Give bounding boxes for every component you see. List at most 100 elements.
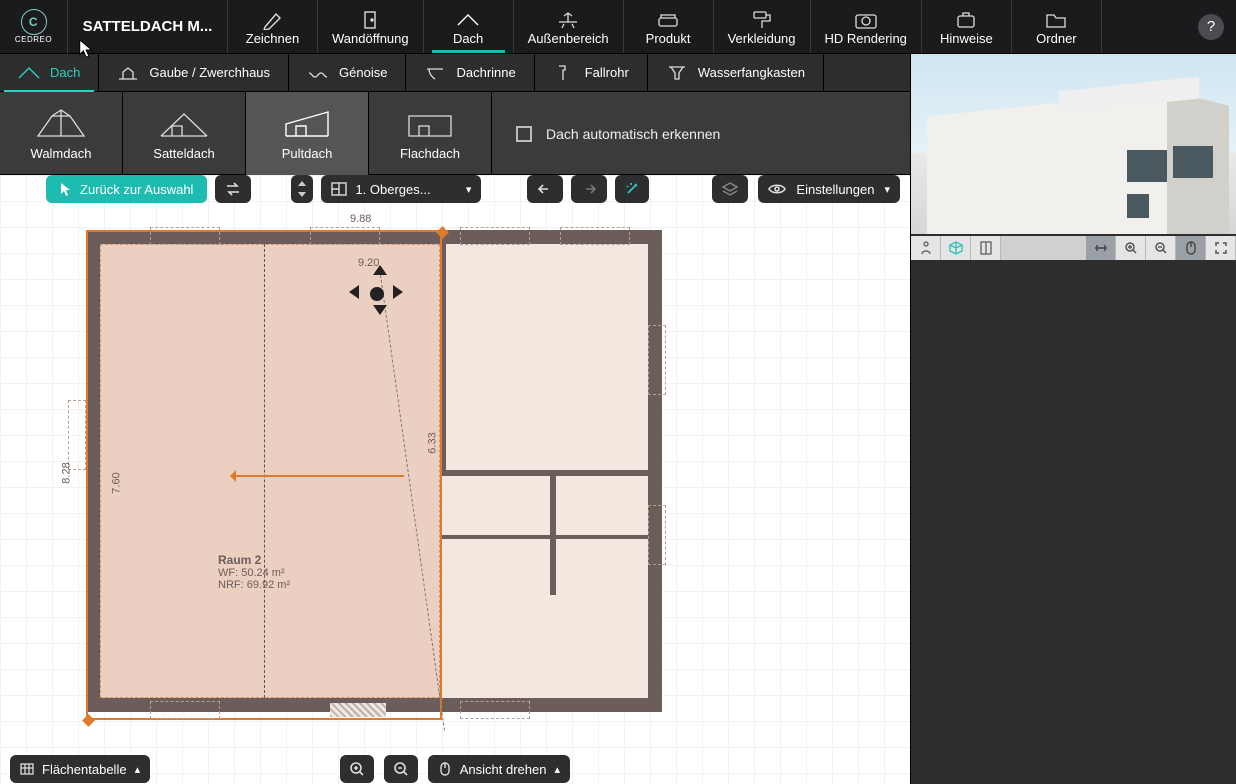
satteldach-icon — [157, 106, 211, 140]
dim-label: 9.88 — [350, 213, 371, 225]
cube-icon — [949, 241, 963, 255]
swap-icon — [225, 182, 241, 196]
subtab-fallrohr[interactable]: Fallrohr — [535, 54, 648, 91]
redo-icon — [581, 183, 597, 195]
roof-type-pultdach[interactable]: Pultdach — [246, 92, 369, 175]
mouse-icon — [1186, 241, 1196, 255]
checkbox-icon[interactable] — [516, 126, 532, 142]
pultdach-icon — [280, 106, 334, 140]
zoom-out-icon — [394, 762, 408, 776]
person-icon — [920, 241, 932, 255]
dormer-icon — [117, 65, 139, 81]
view-zoom-in-button[interactable] — [1116, 236, 1146, 260]
tab-dach[interactable]: Dach — [424, 0, 514, 53]
tab-hd-rendering[interactable]: HD Rendering — [811, 0, 922, 53]
subtab-genoise[interactable]: Génoise — [289, 54, 406, 91]
view-mouse-button[interactable] — [1176, 236, 1206, 260]
window-3d — [1173, 146, 1213, 178]
roof-type-flachdach[interactable]: Flachdach — [369, 92, 492, 175]
view-cube-button[interactable] — [941, 236, 971, 260]
zoom-in-icon — [350, 762, 364, 776]
tab-wandoeffnung[interactable]: Wandöffnung — [318, 0, 424, 53]
ridge-line — [264, 244, 265, 698]
furniture-icon — [656, 9, 680, 31]
wall-opening — [648, 325, 666, 395]
mouse-icon — [438, 762, 452, 776]
eye-icon — [768, 183, 786, 195]
tab-produkt[interactable]: Produkt — [624, 0, 714, 53]
room-info: Raum 2 WF: 50.24 m² NRF: 69.92 m² — [218, 553, 290, 591]
preview-3d-panel — [910, 54, 1236, 784]
floor-selector[interactable]: 1. Oberges... ▾ — [321, 175, 481, 203]
zoom-in-button[interactable] — [340, 755, 374, 783]
subtab-gaube[interactable]: Gaube / Zwerchhaus — [99, 54, 289, 91]
floorplan-icon — [331, 182, 347, 196]
brand-logo[interactable]: C CEDREO — [0, 0, 68, 54]
toolstrip-right: Einstellungen ▾ — [712, 175, 900, 203]
layers-button[interactable] — [712, 175, 748, 203]
brand-text: CEDREO — [15, 35, 52, 44]
floorplan-canvas[interactable]: 9.88 9.20 8.28 7.60 6.33 Raum 2 WF: 50.2… — [0, 175, 910, 784]
swap-button[interactable] — [215, 175, 251, 203]
roof-type-satteldach[interactable]: Satteldach — [123, 92, 246, 175]
roof-small-icon — [18, 66, 40, 80]
tab-verkleidung[interactable]: Verkleidung — [714, 0, 811, 53]
wall-opening — [150, 227, 220, 245]
wall-opening — [648, 505, 666, 565]
view-plan-button[interactable] — [971, 236, 1001, 260]
walmdach-icon — [34, 106, 88, 140]
subtab-dachrinne[interactable]: Dachrinne — [406, 54, 534, 91]
wizard-button[interactable] — [615, 175, 649, 203]
roof-type-walmdach[interactable]: Walmdach — [0, 92, 123, 175]
tab-ordner[interactable]: Ordner — [1012, 0, 1102, 53]
redo-button[interactable] — [571, 175, 607, 203]
help-button[interactable]: ? — [1198, 14, 1224, 40]
wall-opening — [460, 227, 530, 245]
plan-icon — [980, 241, 992, 255]
bottom-bar: Flächentabelle ▴ Ansicht drehen ▴ — [10, 754, 570, 784]
chevron-up-icon: ▴ — [554, 763, 560, 776]
door-icon — [360, 9, 380, 31]
settings-dropdown[interactable]: Einstellungen ▾ — [758, 175, 900, 203]
area-table-button[interactable]: Flächentabelle ▴ — [10, 755, 150, 783]
undo-icon — [537, 183, 553, 195]
view-max-button[interactable] — [1206, 236, 1236, 260]
dimensions-icon — [1094, 242, 1108, 254]
up-down-icon — [297, 181, 307, 197]
table-icon — [20, 763, 34, 775]
zoom-in-icon — [1125, 242, 1137, 254]
view-zoom-out-button[interactable] — [1146, 236, 1176, 260]
back-to-selection-button[interactable]: Zurück zur Auswahl — [46, 175, 207, 203]
flachdach-icon — [403, 106, 457, 140]
tab-hinweise[interactable]: Hinweise — [922, 0, 1012, 53]
gutter-icon — [424, 65, 446, 81]
dim-label: 8.28 — [61, 462, 73, 483]
zoom-out-icon — [1155, 242, 1167, 254]
cursor-icon — [78, 38, 96, 60]
toolstrip-left: Zurück zur Auswahl 1. Oberges... ▾ — [0, 175, 649, 203]
preview-3d-viewport[interactable] — [911, 54, 1236, 234]
tab-zeichnen[interactable]: Zeichnen — [228, 0, 318, 53]
window-3d — [1127, 194, 1149, 218]
view-fit-button[interactable] — [1086, 236, 1116, 260]
camera-icon — [854, 9, 878, 31]
level-stepper[interactable] — [291, 175, 313, 203]
slope-direction-arrow[interactable] — [234, 475, 404, 477]
subtab-wasserfangkasten[interactable]: Wasserfangkasten — [648, 54, 824, 91]
inner-wall — [440, 470, 650, 476]
genoise-icon — [307, 67, 329, 79]
undo-button[interactable] — [527, 175, 563, 203]
chevron-up-icon: ▴ — [135, 763, 141, 776]
tab-aussenbereich[interactable]: Außenbereich — [514, 0, 624, 53]
chevron-down-icon: ▾ — [466, 183, 472, 196]
window-3d — [1127, 150, 1167, 182]
rotate-view-button[interactable]: Ansicht drehen ▴ — [428, 755, 570, 783]
auto-detect-roof[interactable]: Dach automatisch erkennen — [492, 92, 720, 175]
dim-label: 7.60 — [111, 472, 123, 493]
downpipe-icon — [553, 64, 575, 82]
wall-opening — [460, 701, 530, 719]
view-person-button[interactable] — [911, 236, 941, 260]
zoom-out-button[interactable] — [384, 755, 418, 783]
inner-wall — [440, 535, 650, 539]
move-gizmo[interactable] — [353, 269, 403, 319]
